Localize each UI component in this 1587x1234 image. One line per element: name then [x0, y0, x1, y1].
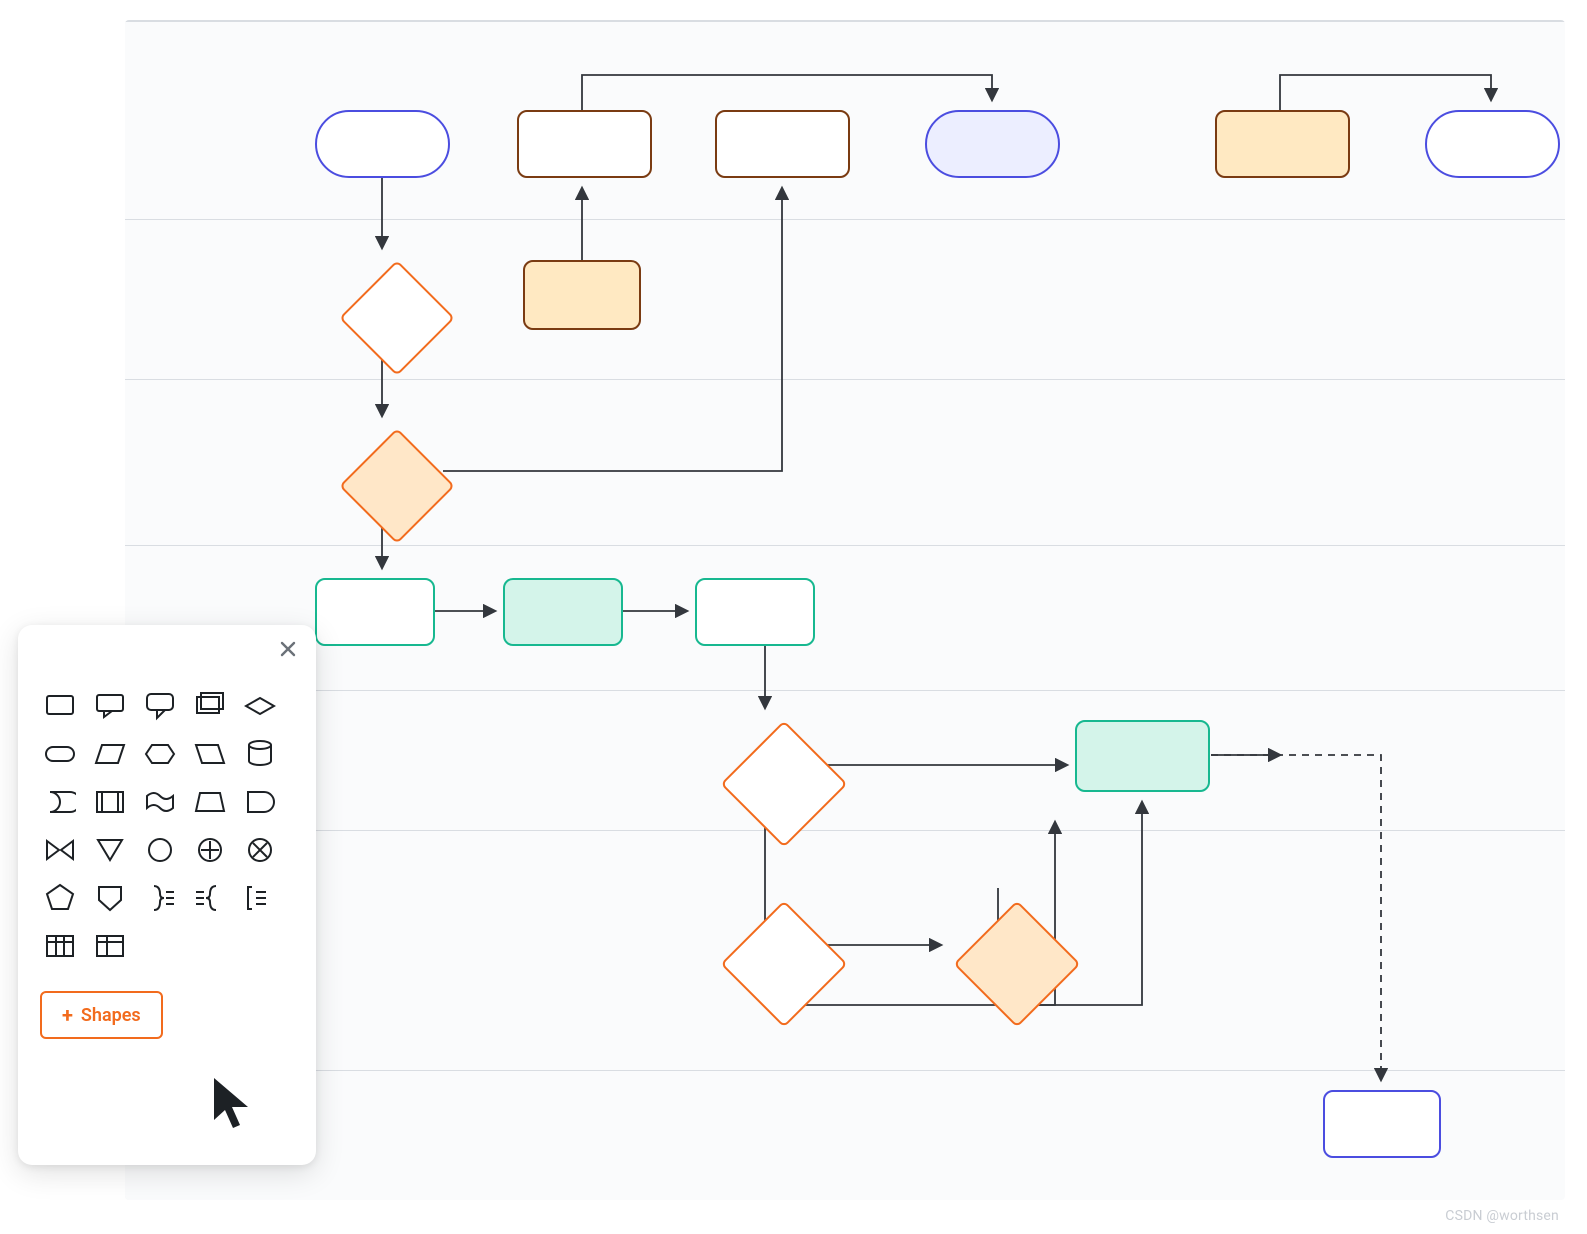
shape-triangle-down-icon[interactable]: [90, 833, 130, 867]
shape-brace-square-icon[interactable]: [240, 881, 280, 915]
shape-parallelogram-right-icon[interactable]: [190, 737, 230, 771]
edge-B1-top[interactable]: [582, 75, 992, 110]
swimlane-divider: [125, 690, 1565, 691]
close-icon[interactable]: [278, 639, 298, 663]
shape-trapezoid-icon[interactable]: [190, 785, 230, 819]
shape-parallelogram-left-icon[interactable]: [90, 737, 130, 771]
node-G2[interactable]: [339, 428, 455, 544]
node-B2[interactable]: [715, 110, 850, 178]
swimlane-divider: [125, 1070, 1565, 1071]
shape-brace-left-icon[interactable]: [190, 881, 230, 915]
swimlane-divider: [125, 219, 1565, 220]
shape-table-2col-icon[interactable]: [90, 929, 130, 963]
shape-cylinder-icon[interactable]: [240, 737, 280, 771]
shape-table-3col-icon[interactable]: [40, 929, 80, 963]
watermark: CSDN @worthsen: [1445, 1208, 1559, 1224]
plus-icon: +: [62, 1003, 73, 1027]
diagram-editor: + Shapes CSDN @worthsen: [0, 0, 1587, 1234]
shape-circle-plus-icon[interactable]: [190, 833, 230, 867]
shape-callout-icon[interactable]: [140, 689, 180, 723]
shape-callout-rect-icon[interactable]: [90, 689, 130, 723]
node-D[interactable]: [1215, 110, 1350, 178]
swimlane-divider: [125, 545, 1565, 546]
shape-rectangle-icon[interactable]: [40, 689, 80, 723]
shape-card-stack-icon[interactable]: [190, 689, 230, 723]
shape-hexagon-icon[interactable]: [140, 737, 180, 771]
shape-d-shape-icon[interactable]: [240, 785, 280, 819]
node-E[interactable]: [1425, 110, 1560, 178]
node-B1[interactable]: [517, 110, 652, 178]
node-L[interactable]: [1323, 1090, 1441, 1158]
shape-drum-icon[interactable]: [40, 785, 80, 819]
shape-shield-icon[interactable]: [90, 881, 130, 915]
shape-circle-icon[interactable]: [140, 833, 180, 867]
node-I[interactable]: [720, 720, 847, 847]
edge-J-L[interactable]: [1211, 755, 1381, 1080]
node-C[interactable]: [925, 110, 1060, 178]
shape-brace-right-icon[interactable]: [140, 881, 180, 915]
node-F[interactable]: [523, 260, 641, 330]
node-H3[interactable]: [695, 578, 815, 646]
node-H2[interactable]: [503, 578, 623, 646]
node-A[interactable]: [315, 110, 450, 178]
swimlane-divider: [125, 379, 1565, 380]
node-J[interactable]: [1075, 720, 1210, 792]
shape-pentagon-icon[interactable]: [40, 881, 80, 915]
shape-double-rect-icon[interactable]: [90, 785, 130, 819]
shape-diamond-flat-icon[interactable]: [240, 689, 280, 723]
add-shapes-button[interactable]: + Shapes: [40, 991, 163, 1039]
node-K2[interactable]: [953, 900, 1080, 1027]
node-H1[interactable]: [315, 578, 435, 646]
shapes-panel: + Shapes: [18, 625, 316, 1165]
add-shapes-label: Shapes: [81, 1005, 141, 1026]
shape-pill-icon[interactable]: [40, 737, 80, 771]
shape-bowtie-icon[interactable]: [40, 833, 80, 867]
edge-D-E[interactable]: [1280, 75, 1491, 110]
shape-wave-icon[interactable]: [140, 785, 180, 819]
node-G1[interactable]: [339, 260, 455, 376]
shape-circle-x-icon[interactable]: [240, 833, 280, 867]
diagram-canvas[interactable]: [125, 20, 1565, 1200]
node-K1[interactable]: [720, 900, 847, 1027]
